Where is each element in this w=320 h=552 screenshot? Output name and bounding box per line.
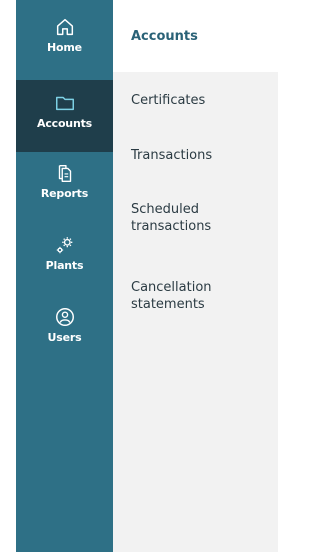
nav-item-home[interactable]: Home: [16, 16, 113, 76]
nav-item-label: Home: [47, 41, 82, 54]
nav-item-accounts[interactable]: Accounts: [16, 80, 113, 152]
submenu-item-cancellation-statements[interactable]: Cancellation statements: [131, 279, 271, 313]
app-window: Home Accounts Reports Plants Users Accou…: [0, 0, 278, 552]
accounts-submenu: Accounts Certificates Transactions Sched…: [113, 0, 278, 552]
nav-item-label: Users: [47, 331, 82, 344]
nav-item-users[interactable]: Users: [16, 306, 113, 366]
submenu-item-transactions[interactable]: Transactions: [131, 147, 271, 164]
nav-item-plants[interactable]: Plants: [16, 234, 113, 294]
primary-nav-rail: Home Accounts Reports Plants Users: [16, 0, 113, 552]
document-icon: [58, 164, 71, 182]
user-circle-icon: [55, 308, 74, 326]
home-icon: [56, 18, 73, 36]
nav-item-label: Plants: [45, 259, 84, 272]
submenu-item-certificates[interactable]: Certificates: [131, 92, 271, 109]
gears-icon: [56, 237, 72, 254]
submenu-item-scheduled-transactions[interactable]: Scheduled transactions: [131, 201, 271, 235]
folder-icon: [55, 96, 74, 111]
submenu-item-accounts[interactable]: Accounts: [131, 28, 271, 45]
nav-item-reports[interactable]: Reports: [16, 162, 113, 220]
nav-item-label: Accounts: [37, 117, 92, 130]
nav-item-label: Reports: [40, 187, 89, 200]
